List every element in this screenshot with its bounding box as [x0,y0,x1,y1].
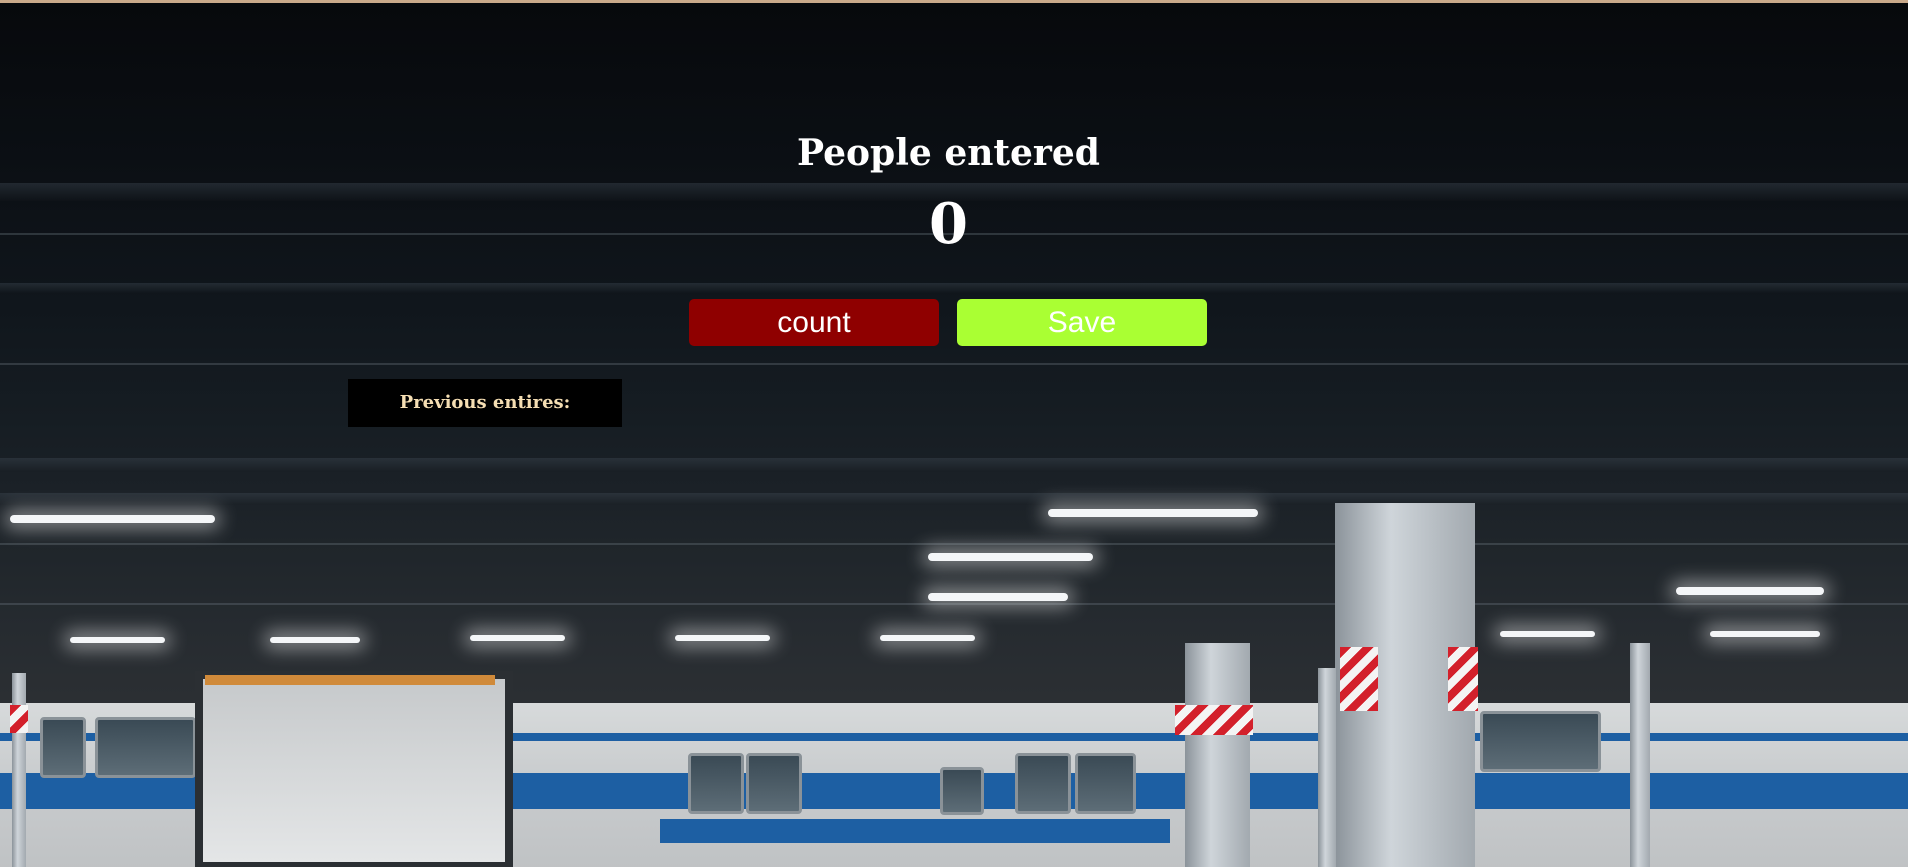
previous-entries-label: Previous entires: [399,392,571,413]
page-title: People entered [797,132,1100,174]
previous-entries-box: Previous entires: [348,379,622,427]
people-counter-app: People entered 0 count Save Previous ent… [0,3,1908,867]
count-display: 0 [929,191,968,257]
save-button[interactable]: Save [957,299,1207,346]
count-button[interactable]: count [689,299,939,346]
